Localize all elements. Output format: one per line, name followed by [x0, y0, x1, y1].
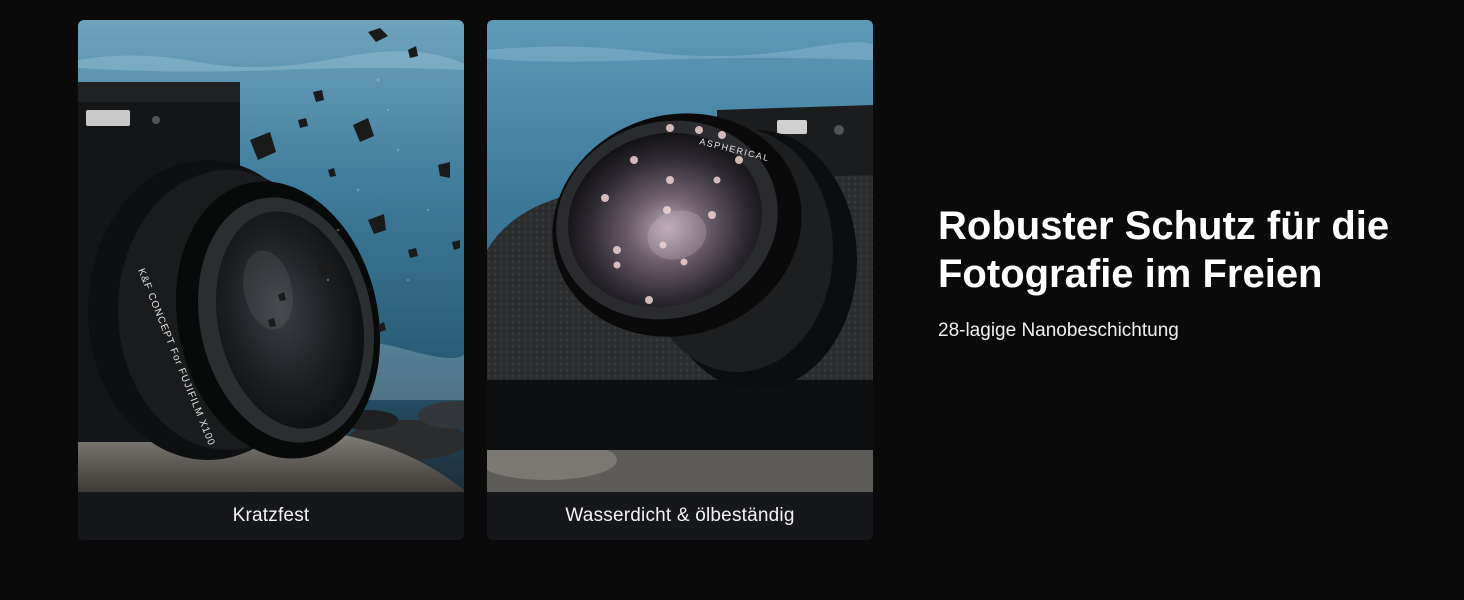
card-caption: Wasserdicht & ölbeständig — [487, 492, 873, 540]
camera-lens-droplets-photo: ASPHERICAL — [487, 20, 873, 492]
feature-card-waterproof: ASPHERICAL Wasserdicht & ölbeständig — [487, 20, 873, 540]
feature-card-scratch: K&F CONCEPT For FUJIFILM X100 Kratzfest — [78, 20, 464, 540]
card-caption: Kratzfest — [78, 492, 464, 540]
subheadline: 28-lagige Nanobeschichtung — [938, 320, 1179, 341]
camera-filter-debris-photo: K&F CONCEPT For FUJIFILM X100 — [78, 20, 464, 492]
headline: Robuster Schutz für die Fotografie im Fr… — [938, 204, 1390, 296]
